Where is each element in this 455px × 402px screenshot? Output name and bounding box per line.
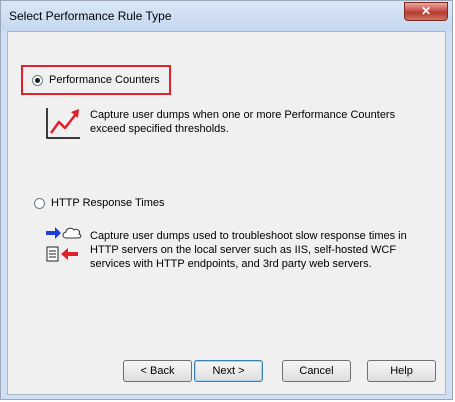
radio-button-unselected[interactable] (34, 197, 45, 209)
dialog-window: Select Performance Rule Type ✕ Performan… (0, 0, 453, 400)
help-button[interactable]: Help (367, 360, 436, 382)
radio-http-response-times[interactable]: HTTP Response Times (34, 195, 165, 211)
http-request-response-icon (46, 227, 82, 262)
back-button[interactable]: < Back (123, 360, 192, 382)
radio-performance-counters[interactable]: Performance Counters (32, 72, 160, 88)
radio-button-selected[interactable] (32, 74, 43, 86)
description-http-response-times: Capture user dumps used to troubleshoot … (90, 230, 407, 270)
radio-label-http-response-times: HTTP Response Times (51, 197, 165, 209)
next-button[interactable]: Next > (194, 360, 263, 382)
close-icon: ✕ (420, 4, 432, 18)
cancel-button[interactable]: Cancel (282, 360, 351, 382)
dialog-content: Performance Counters Capture user dumps … (7, 31, 446, 395)
title-bar[interactable]: Select Performance Rule Type ✕ (1, 1, 452, 31)
radio-label-performance-counters: Performance Counters (49, 74, 160, 86)
window-title: Select Performance Rule Type (9, 9, 172, 23)
line-chart-icon (46, 108, 80, 139)
close-button[interactable]: ✕ (404, 2, 448, 21)
description-performance-counters: Capture user dumps when one or more Perf… (90, 109, 396, 135)
